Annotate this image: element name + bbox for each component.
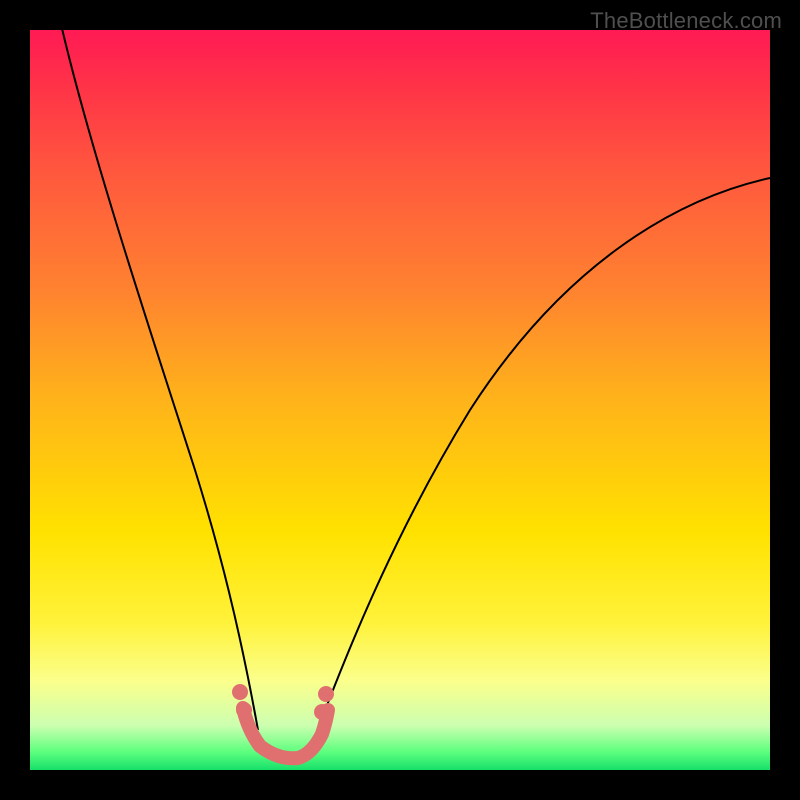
outer-frame: TheBottleneck.com	[0, 0, 800, 800]
marker-dot-left-lower	[236, 702, 252, 718]
plot-area	[30, 30, 770, 770]
marker-dot-right-lower	[314, 704, 330, 720]
watermark-text: TheBottleneck.com	[590, 8, 782, 34]
curve-right-branch	[313, 178, 770, 742]
marker-dot-right-upper	[318, 686, 334, 702]
marker-dot-left-upper	[232, 684, 248, 700]
curves-layer	[30, 30, 770, 770]
curve-left-branch	[60, 20, 258, 730]
